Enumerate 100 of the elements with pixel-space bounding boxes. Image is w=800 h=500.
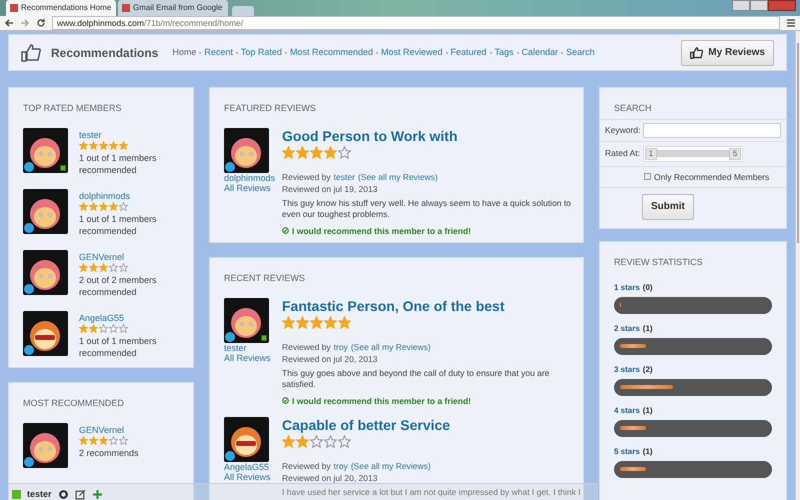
nav-link[interactable]: Tags bbox=[494, 46, 514, 60]
section-heading: FEATURED REVIEWS bbox=[224, 102, 317, 115]
star-icon bbox=[296, 146, 309, 158]
member-link[interactable]: GENVernel bbox=[79, 424, 159, 436]
star-icon bbox=[324, 146, 337, 158]
star-icon bbox=[282, 435, 295, 448]
nav-link[interactable]: Most Reviewed bbox=[380, 46, 443, 60]
cartoon-avatar bbox=[23, 128, 68, 172]
star-icon bbox=[324, 435, 337, 448]
nav-link[interactable]: Calendar bbox=[522, 46, 558, 60]
see-all-reviews-link[interactable]: (See all my Reviews) bbox=[350, 460, 431, 472]
submit-button[interactable]: Submit bbox=[642, 194, 694, 220]
check-circle-icon bbox=[282, 397, 289, 404]
star-icon bbox=[282, 316, 295, 328]
rating-range-slider[interactable]: 1 5 bbox=[642, 146, 743, 162]
star-icon bbox=[99, 202, 108, 210]
recommend-count: 1 out of 1 members recommended bbox=[79, 334, 158, 358]
star-icon bbox=[310, 316, 323, 328]
member-link[interactable]: dolphinmods bbox=[79, 190, 159, 202]
recommend-count: 2 out of 2 members recommended bbox=[79, 274, 158, 298]
star-icon bbox=[119, 436, 128, 444]
browser-tab[interactable]: Recommendations Home bbox=[6, 0, 116, 16]
star-icon bbox=[79, 262, 88, 272]
star-icon bbox=[109, 324, 118, 332]
review-title: Capable of better Service bbox=[282, 417, 452, 434]
review-text: This guy know his stuff very well. He always seem to have a quick solution to even our toughest problems. bbox=[282, 198, 572, 220]
member-link[interactable]: tester bbox=[224, 342, 276, 352]
reviewer-link[interactable]: tester bbox=[334, 170, 355, 182]
star-icon bbox=[89, 140, 98, 150]
star-icon bbox=[324, 316, 337, 328]
rated-at-label: Rated At: bbox=[605, 147, 640, 160]
close-button[interactable] bbox=[768, 0, 796, 11]
edit-icon[interactable] bbox=[74, 489, 86, 500]
keyword-field[interactable] bbox=[643, 122, 781, 138]
nav-link[interactable]: Featured bbox=[450, 46, 487, 60]
member-link[interactable]: AngelaG55 bbox=[79, 312, 159, 324]
star-icon bbox=[338, 146, 351, 158]
reload-icon[interactable] bbox=[36, 18, 46, 28]
address-field[interactable]: www.dolphinmods.com/71b/m/recommend/home/ bbox=[52, 16, 780, 30]
keyword-label: Keyword: bbox=[605, 124, 640, 136]
member-link[interactable]: dolphinmods bbox=[224, 172, 276, 182]
stars-link[interactable]: 1 stars bbox=[614, 282, 640, 294]
star-icon bbox=[338, 316, 351, 328]
all-reviews-link[interactable]: All Reviews bbox=[224, 182, 276, 192]
forward-icon[interactable] bbox=[20, 18, 30, 28]
review-count: (2) bbox=[642, 364, 653, 376]
see-all-reviews-link[interactable]: (See all my Reviews) bbox=[358, 170, 438, 182]
nav-separator bbox=[561, 52, 564, 54]
nav-link[interactable]: Top Rated bbox=[240, 46, 282, 60]
nav-link[interactable]: Search bbox=[566, 46, 595, 60]
star-icon bbox=[310, 146, 323, 158]
all-reviews-link[interactable]: All Reviews bbox=[224, 472, 276, 482]
nav-link[interactable]: Home bbox=[172, 46, 196, 60]
nav-link[interactable]: Most Recommended bbox=[290, 46, 373, 60]
username-label[interactable]: tester bbox=[27, 488, 52, 500]
menu-icon[interactable] bbox=[786, 18, 796, 28]
review-date: Reviewed on jul 19, 2013 bbox=[282, 182, 378, 194]
status-icon bbox=[12, 490, 21, 499]
reviewed-by-label: Reviewed by bbox=[282, 340, 331, 352]
stars-link[interactable]: 4 stars bbox=[614, 404, 640, 416]
thumbs-up-icon bbox=[690, 46, 704, 58]
my-reviews-button[interactable]: My Reviews bbox=[681, 40, 774, 66]
maximize-button[interactable] bbox=[750, 0, 768, 11]
stars-link[interactable]: 3 stars bbox=[614, 364, 640, 376]
review-title: Good Person to Work with bbox=[282, 128, 459, 144]
nav-separator bbox=[284, 52, 287, 54]
browser-tab[interactable]: Gmail Email from Google bbox=[118, 0, 228, 16]
star-icon bbox=[89, 202, 98, 210]
add-icon[interactable] bbox=[92, 489, 103, 500]
stars-link[interactable]: 2 stars bbox=[614, 322, 640, 334]
back-icon[interactable] bbox=[4, 18, 14, 28]
star-icon bbox=[99, 262, 108, 272]
all-reviews-link[interactable]: All Reviews bbox=[224, 352, 276, 362]
minimize-button[interactable] bbox=[732, 0, 750, 11]
nav-separator bbox=[199, 52, 202, 54]
star-icon bbox=[79, 140, 88, 150]
reviewer-link[interactable]: troy bbox=[334, 460, 348, 472]
section-heading: MOST RECOMMENDED bbox=[23, 397, 125, 410]
checkbox-label: Only Recommended Members bbox=[654, 170, 770, 184]
review-count: (0) bbox=[642, 282, 653, 294]
star-icon bbox=[109, 262, 118, 272]
star-icon bbox=[89, 324, 98, 332]
nav-link[interactable]: Recent bbox=[204, 46, 233, 60]
reviewer-link[interactable]: troy bbox=[334, 340, 348, 352]
stars-link[interactable]: 5 stars bbox=[614, 446, 640, 458]
star-icon bbox=[119, 262, 128, 272]
review-text: I have used her service a lot but I am not quite impressed by what I get. I think I bbox=[282, 487, 582, 498]
star-icon bbox=[119, 324, 128, 332]
star-icon bbox=[109, 202, 118, 210]
member-link[interactable]: AngelaG55 bbox=[224, 462, 276, 472]
section-heading: RECENT REVIEWS bbox=[224, 272, 306, 285]
nav-separator bbox=[516, 52, 519, 54]
star-icon bbox=[296, 316, 309, 328]
member-link[interactable]: tester bbox=[79, 128, 159, 140]
checkbox[interactable] bbox=[644, 173, 651, 180]
favicon-icon bbox=[10, 4, 18, 12]
star-icon bbox=[282, 146, 295, 158]
cartoon-avatar bbox=[224, 298, 269, 342]
see-all-reviews-link[interactable]: (See all my Reviews) bbox=[350, 340, 431, 352]
member-link[interactable]: GENVernel bbox=[79, 250, 159, 262]
